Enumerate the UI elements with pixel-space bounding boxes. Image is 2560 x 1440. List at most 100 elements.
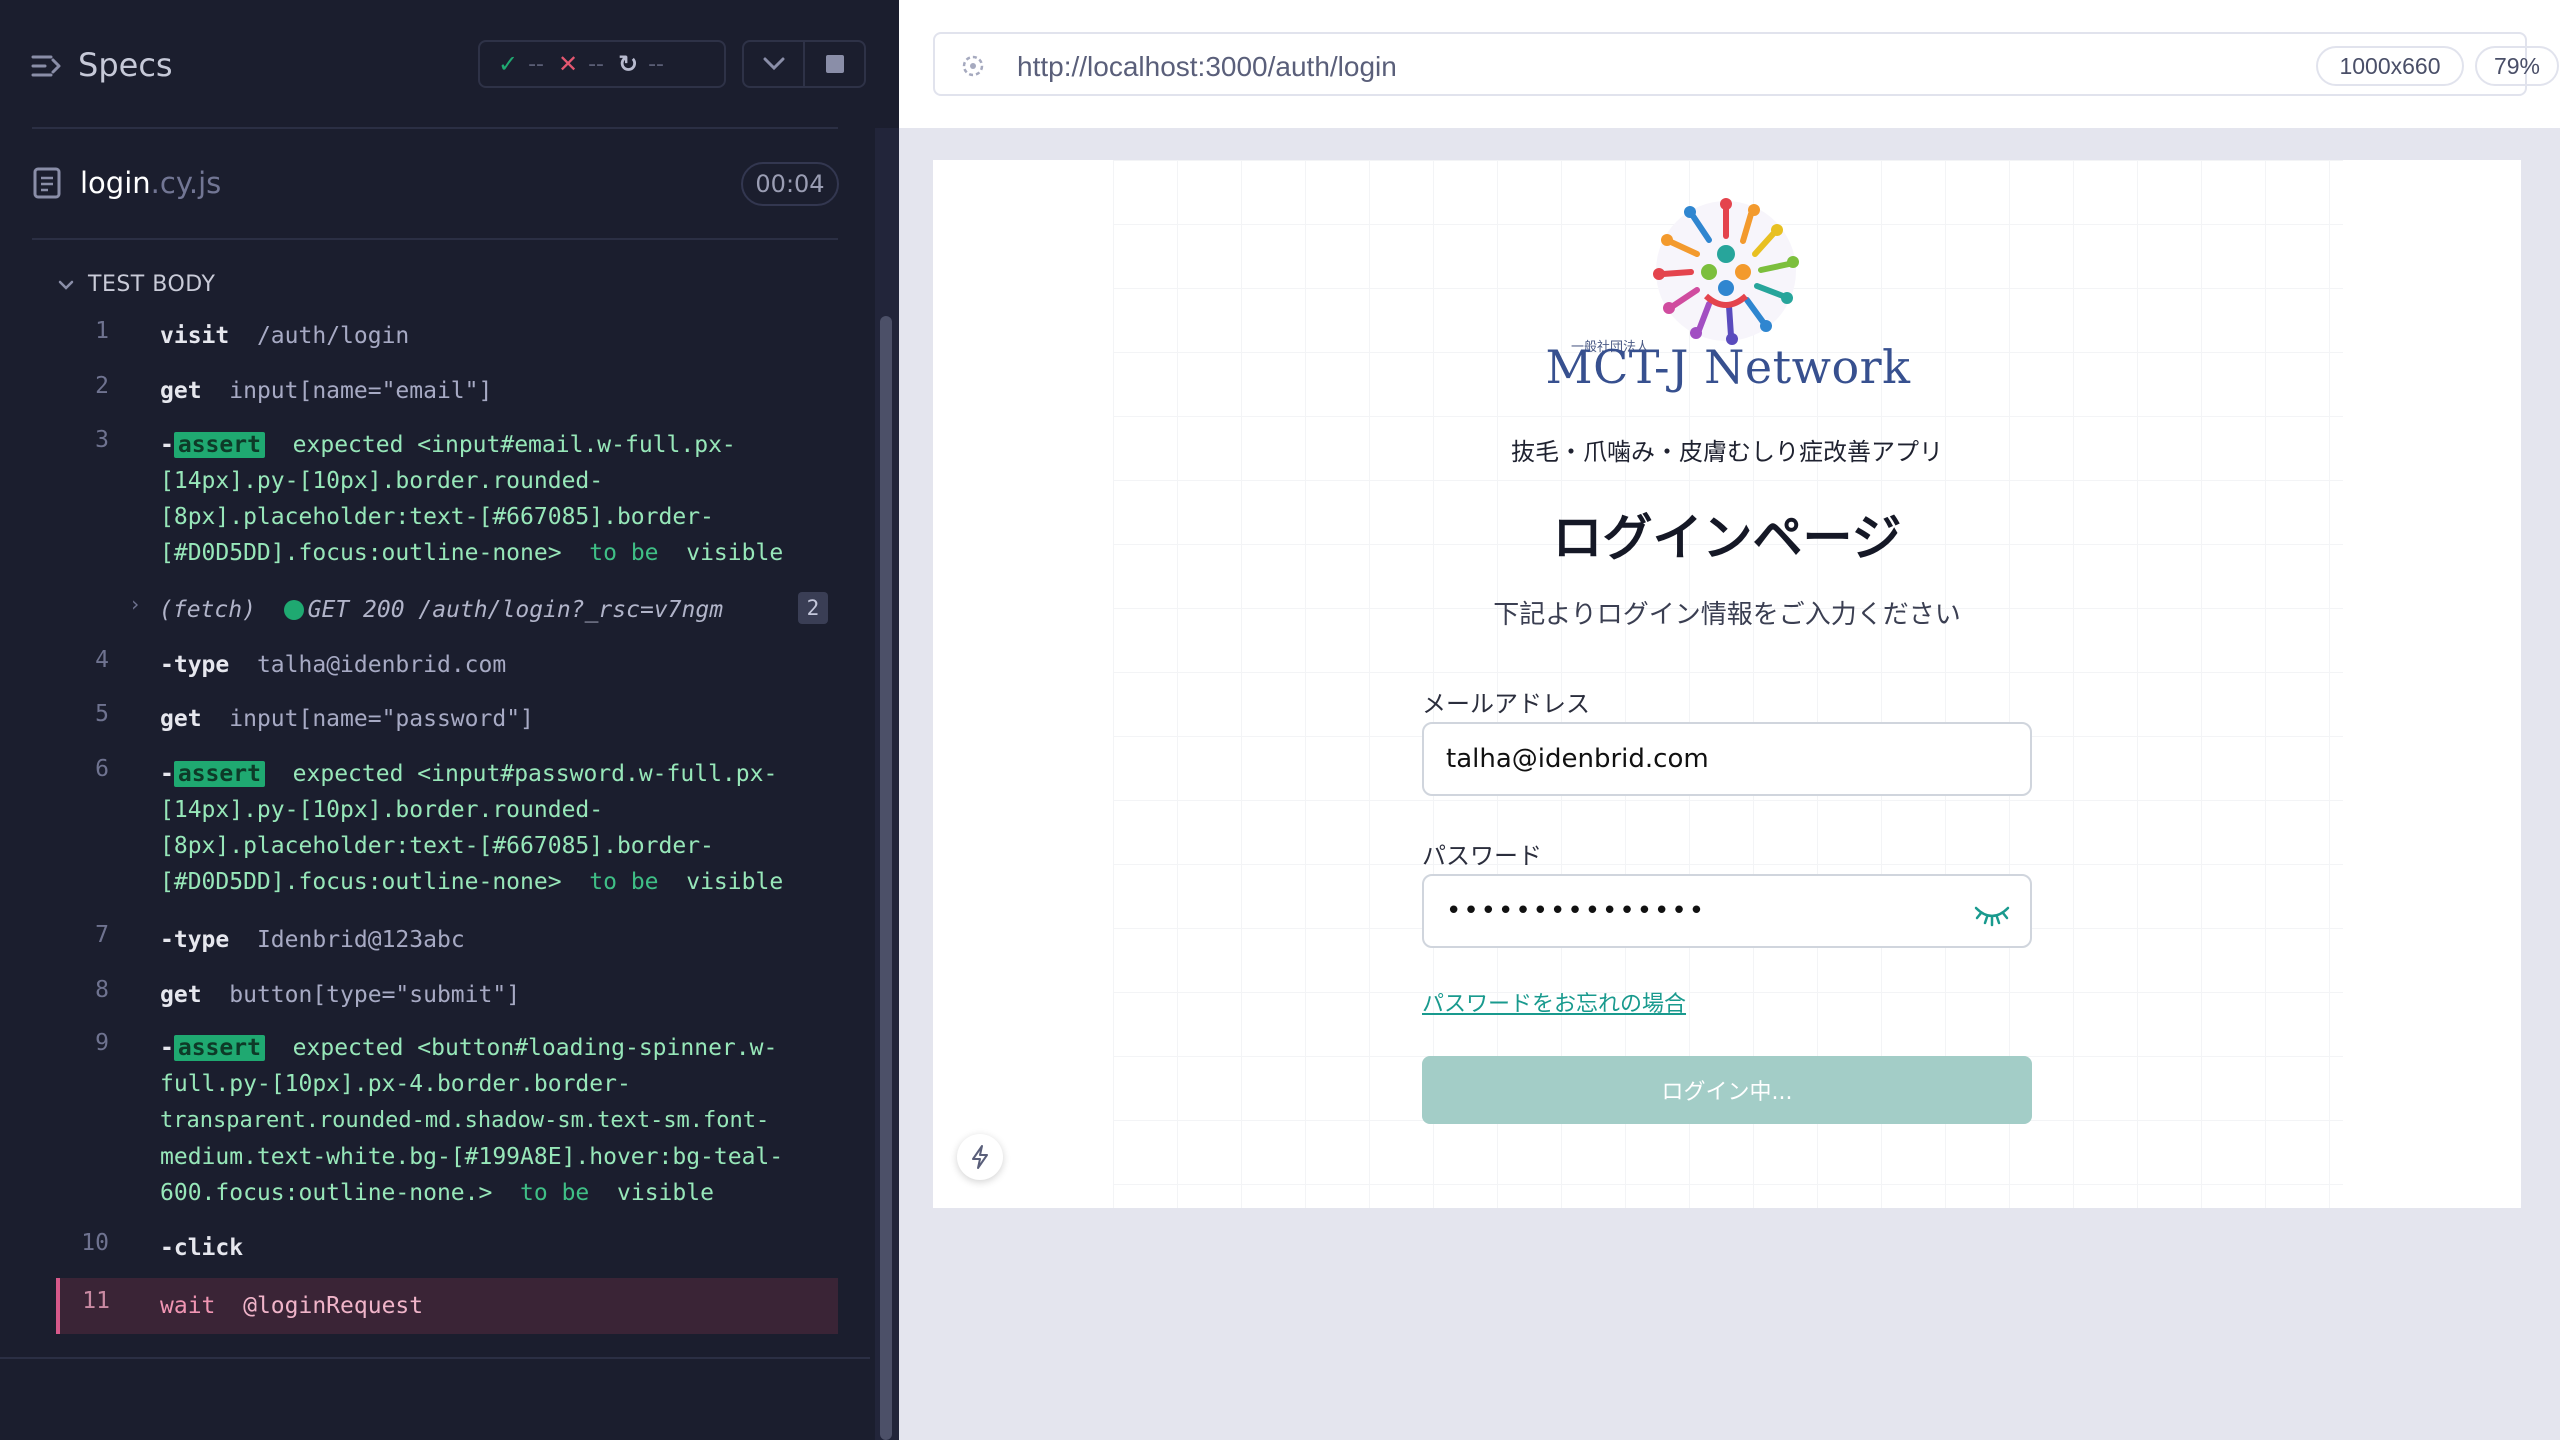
pending-command-row[interactable]: 11 wait @loginRequest (56, 1278, 838, 1334)
stop-button[interactable] (803, 42, 864, 86)
divider (0, 1357, 870, 1359)
fetch-log-row[interactable]: › (fetch) GET 200 /auth/login?_rsc=v7ngm… (59, 592, 838, 628)
nested-dash: - (160, 761, 174, 787)
spec-filename: login.cy.js (80, 166, 221, 200)
command-row[interactable]: 2 get input[name="email"] (59, 373, 838, 409)
command-row[interactable]: 5 get input[name="password"] (59, 701, 838, 737)
passed-stat: ✓ -- (498, 50, 544, 78)
password-field[interactable]: ••••••••••••••• (1422, 874, 2032, 948)
specs-title[interactable]: Specs (78, 46, 173, 84)
assert-row[interactable]: 3 - assert expected <input#email.w-full.p… (59, 427, 838, 571)
document-icon (33, 167, 61, 199)
assert-badge: assert (173, 1035, 265, 1061)
assert-to-be: to be (520, 1180, 590, 1206)
assert-line: [#D0D5DD].focus:outline-none> (160, 869, 562, 895)
auto-scroll-button[interactable] (744, 42, 803, 86)
run-duration: 00:04 (741, 162, 839, 206)
command-arg: /auth/login (256, 323, 410, 349)
viewport-scale[interactable]: 79% (2475, 46, 2559, 86)
command-number: 5 (95, 701, 109, 727)
command-name: get (160, 378, 202, 404)
command-name: get (160, 706, 202, 732)
failed-stat: ✕ -- (558, 50, 604, 78)
command-number: 4 (95, 647, 109, 673)
assert-to-be: to be (589, 540, 659, 566)
fetch-body: (fetch) GET 200 /auth/login?_rsc=v7ngm (159, 592, 824, 628)
viewport-size[interactable]: 1000x660 (2316, 46, 2464, 86)
test-body-toggle[interactable]: TEST BODY (58, 272, 215, 297)
assert-line: 600.focus:outline-none.> (160, 1180, 493, 1206)
divider (32, 127, 838, 129)
command-body: -type Idenbrid@123abc (160, 922, 825, 958)
command-arg: input[name="password"] (229, 706, 534, 732)
assert-line: [14px].py-[10px].border.rounded- (160, 797, 604, 823)
password-value: ••••••••••••••• (1446, 896, 1707, 926)
fetch-request: GET 200 /auth/login?_rsc=v7ngm (307, 597, 724, 623)
command-row[interactable]: 4 -type talha@idenbrid.com (59, 647, 838, 683)
chevron-down-icon (763, 57, 784, 71)
email-field[interactable]: talha@idenbrid.com (1422, 722, 2032, 796)
command-row[interactable]: 10 -click (59, 1230, 838, 1266)
spec-file-row[interactable]: login.cy.js 00:04 (0, 150, 860, 240)
command-number: 10 (81, 1230, 109, 1256)
command-number: 7 (95, 922, 109, 948)
test-body-label: TEST BODY (88, 272, 216, 297)
aut-header: http://localhost:3000/auth/login 1000x66… (899, 0, 2560, 128)
assert-line: [#D0D5DD].focus:outline-none> (160, 540, 562, 566)
command-number: 1 (95, 318, 109, 344)
logo-wordmark: MCT-J Network (1545, 340, 1911, 394)
selector-playground-icon[interactable] (959, 52, 987, 80)
forgot-password-link[interactable]: パスワードをお忘れの場合 (1422, 986, 1686, 1018)
people-globe-logo (1653, 198, 1799, 345)
assert-line: expected <button#loading-spinner.w- (292, 1035, 778, 1061)
command-row[interactable]: 8 get button[type="submit"] (59, 977, 838, 1013)
command-body: visit /auth/login (160, 318, 825, 354)
assert-line: [14px].py-[10px].border.rounded- (160, 468, 604, 494)
divider (32, 238, 838, 240)
command-arg: talha@idenbrid.com (256, 652, 507, 678)
command-name: type (173, 652, 230, 678)
email-value: talha@idenbrid.com (1446, 744, 1709, 774)
assert-visible: visible (686, 540, 784, 566)
chevron-down-icon (58, 280, 74, 290)
lightning-icon (972, 1145, 988, 1169)
command-number: 8 (95, 977, 109, 1003)
assert-row[interactable]: 6 - assert expected <input#password.w-ful… (59, 756, 838, 900)
command-name: wait (160, 1293, 216, 1319)
pending-count: -- (648, 51, 664, 77)
spec-name-base: login (80, 166, 151, 200)
command-name: visit (160, 323, 230, 349)
check-icon: ✓ (498, 50, 519, 78)
assert-row[interactable]: 9 - assert expected <button#loading-spinn… (59, 1030, 838, 1210)
assert-badge: assert (173, 761, 265, 787)
studio-button[interactable] (957, 1134, 1003, 1180)
specs-list-icon[interactable] (31, 50, 63, 82)
command-arg: button[type="submit"] (229, 982, 521, 1008)
url-bar[interactable]: http://localhost:3000/auth/login 1000x66… (933, 32, 2559, 96)
login-button[interactable]: ログイン中... (1422, 1056, 2032, 1124)
nested-dash: - (160, 927, 174, 953)
scrollbar-thumb[interactable] (880, 316, 892, 1440)
command-body: get input[name="email"] (160, 373, 825, 409)
eye-closed-icon[interactable] (1972, 898, 2012, 928)
command-number: 6 (95, 756, 109, 782)
url-text[interactable]: http://localhost:3000/auth/login (1017, 51, 1397, 83)
failed-count: -- (588, 51, 604, 77)
command-row[interactable]: 1 visit /auth/login (59, 318, 838, 354)
command-log-panel: Specs ✓ -- ✕ -- ↻ -- login.cy.js 00:04 T… (0, 0, 899, 1440)
command-row[interactable]: 7 -type Idenbrid@123abc (59, 922, 838, 958)
status-dot (283, 600, 304, 620)
command-body: get input[name="password"] (160, 701, 825, 737)
app-under-test-frame: 一般社団法人 MCT-J Network 抜毛・爪噛み・皮膚むしり症改善アプリ … (933, 160, 2521, 1208)
assert-visible: visible (686, 869, 784, 895)
test-stats: ✓ -- ✕ -- ↻ -- (478, 40, 726, 88)
cross-icon: ✕ (558, 50, 579, 78)
command-arg: @loginRequest (243, 1293, 424, 1319)
command-number: 11 (82, 1288, 110, 1314)
nested-dash: - (160, 432, 174, 458)
assert-badge: assert (173, 432, 265, 458)
assert-body: - assert expected <button#loading-spinner… (160, 1030, 825, 1211)
fetch-label: (fetch) (159, 597, 256, 623)
email-label: メールアドレス (1422, 690, 1590, 718)
command-body: -type talha@idenbrid.com (160, 647, 825, 683)
